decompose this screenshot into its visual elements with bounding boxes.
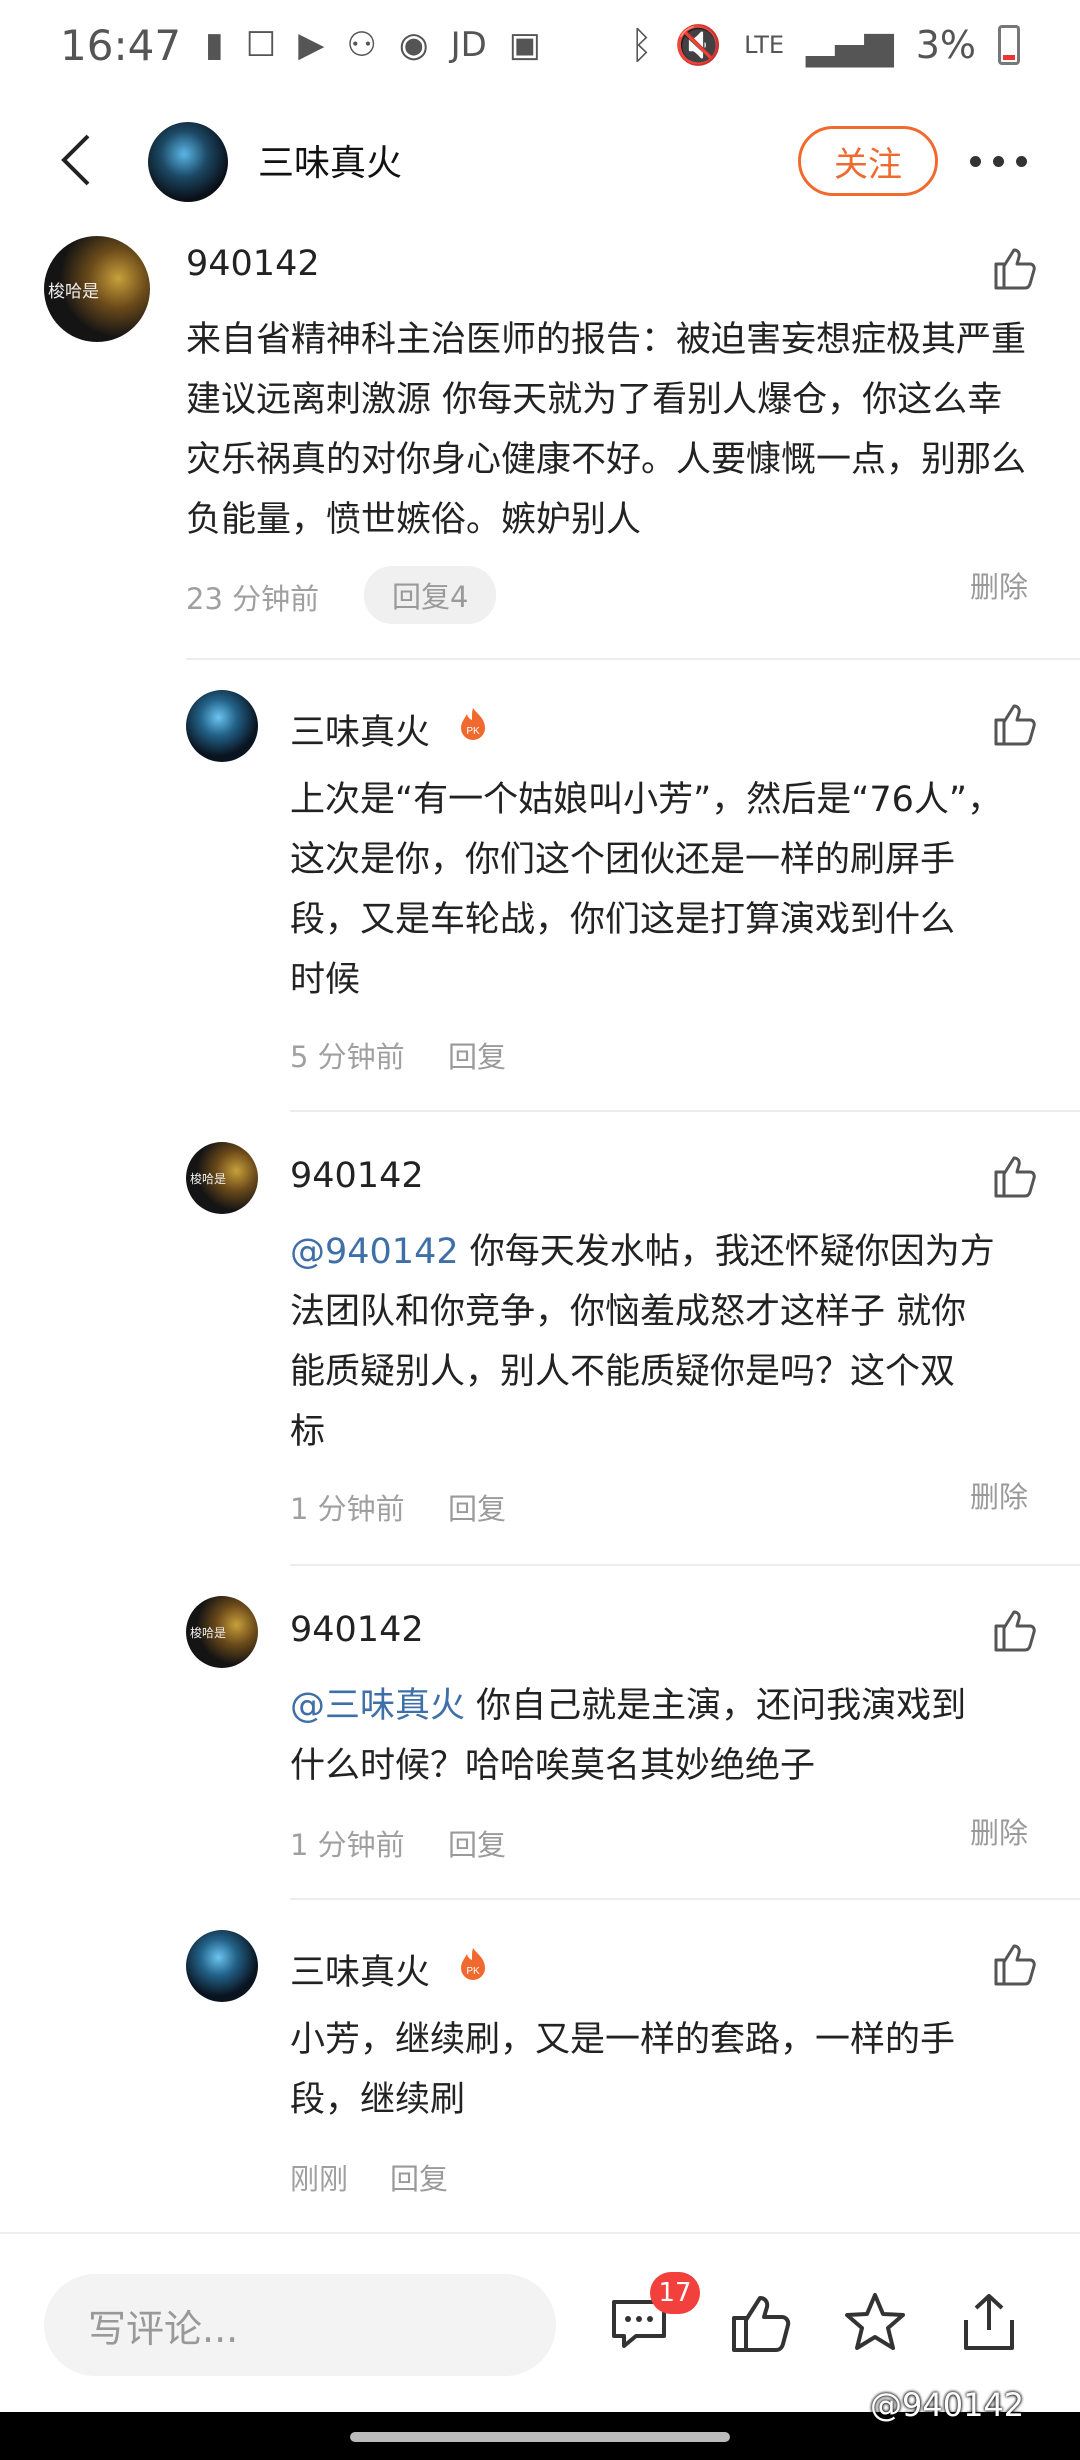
system-icons: ᛒ 🔇 LTE ▂▄▆ 3% xyxy=(630,23,1020,68)
follow-button[interactable]: 关注 xyxy=(798,126,938,196)
avatar-text: 梭哈是 xyxy=(48,281,99,302)
avatar-text: 梭哈是 xyxy=(190,1625,227,1640)
reply-text: 上次是“有一个姑娘叫小芳”，然后是“76人”， 这次是你，你们这个团伙还是一样的… xyxy=(290,780,1003,1000)
header-avatar[interactable] xyxy=(148,122,228,202)
back-icon[interactable] xyxy=(50,132,106,188)
avatar-text: 梭哈是 xyxy=(190,1171,227,1186)
mention-link[interactable]: @940142 xyxy=(290,1232,459,1272)
reply-count-button[interactable]: 回复4 xyxy=(364,566,497,624)
gallery-icon: ▣ xyxy=(508,25,541,65)
divider xyxy=(290,1898,1080,1900)
avatar[interactable]: 梭哈是 xyxy=(186,1142,258,1214)
battery-percent: 3% xyxy=(915,23,976,67)
reply-text: @三味真火 你自己就是主演，还问我演戏到 什么时候？哈哈唉莫名其妙绝绝子 xyxy=(290,1686,967,1786)
reply-button[interactable]: 回复 xyxy=(448,1486,506,1528)
divider xyxy=(290,1564,1080,1566)
alert-icon: ▮ xyxy=(205,25,224,65)
like-icon[interactable] xyxy=(726,2290,792,2356)
comment-time: 23 分钟前 xyxy=(186,582,320,616)
more-icon[interactable] xyxy=(970,156,1027,167)
mute-icon: 🔇 xyxy=(674,22,723,67)
notification-icons: ▮ ☐ ▶ ⚇ ◉ JD ▣ xyxy=(205,25,541,65)
watermark: @940142 xyxy=(870,2386,1025,2424)
battery-icon xyxy=(998,25,1020,65)
clock: 16:47 xyxy=(60,20,182,70)
status-bar: 16:47 ▮ ☐ ▶ ⚇ ◉ JD ▣ ᛒ 🔇 LTE ▂▄▆ 3% xyxy=(0,0,1080,90)
page-title: 三味真火 xyxy=(258,143,403,184)
comment-text: 来自省精神科主治医师的报告：被迫害妄想症极其严重 建议远离刺激源 你每天就为了看… xyxy=(186,320,1027,540)
reply-time: 5 分钟前 xyxy=(290,1040,405,1074)
like-icon[interactable] xyxy=(990,1606,1038,1654)
lte-label: LTE xyxy=(744,31,785,59)
divider xyxy=(290,1110,1080,1112)
svg-text:PK: PK xyxy=(466,726,480,737)
header: 三味真火 关注 xyxy=(0,110,1080,210)
reply-time: 1 分钟前 xyxy=(290,1492,405,1526)
reply-username[interactable]: 940142 xyxy=(290,1156,424,1196)
reply-username[interactable]: 三味真火 xyxy=(290,1944,430,1995)
pk-badge-icon: PK xyxy=(461,708,485,740)
delete-button[interactable]: 删除 xyxy=(970,1810,1028,1852)
reply-text: @940142 你每天发水帖，我还怀疑你因为方 法团队和你竞争，你恼羞成怒才这样… xyxy=(290,1232,995,1452)
share-icon[interactable] xyxy=(956,2290,1022,2356)
home-indicator[interactable] xyxy=(350,2432,730,2442)
like-icon[interactable] xyxy=(990,244,1038,292)
signal-icon: ▂▄▆ xyxy=(806,23,894,67)
message-icon: ☐ xyxy=(245,25,277,65)
jd-label: JD xyxy=(450,25,487,65)
reply-time: 1 分钟前 xyxy=(290,1828,405,1862)
avatar[interactable]: 梭哈是 xyxy=(44,236,150,342)
like-icon[interactable] xyxy=(990,700,1038,748)
bottom-bar: 写评论... 17 xyxy=(0,2232,1080,2412)
youtube-icon: ▶ xyxy=(298,25,325,65)
mention-link[interactable]: @三味真火 xyxy=(290,1686,465,1726)
pk-badge-icon: PK xyxy=(461,1948,485,1980)
avatar[interactable] xyxy=(186,690,258,762)
delete-button[interactable]: 删除 xyxy=(970,1474,1028,1516)
divider xyxy=(186,658,1080,660)
app-icon: ⚇ xyxy=(346,25,377,65)
delete-button[interactable]: 删除 xyxy=(970,564,1028,606)
reply-username[interactable]: 三味真火 xyxy=(290,704,430,755)
like-icon[interactable] xyxy=(990,1152,1038,1200)
avatar[interactable] xyxy=(186,1930,258,2002)
avatar[interactable]: 梭哈是 xyxy=(186,1596,258,1668)
reply-button[interactable]: 回复 xyxy=(448,1822,506,1864)
comment-count-badge: 17 xyxy=(650,2272,700,2314)
reply-time: 刚刚 xyxy=(290,2162,349,2196)
reply-button[interactable]: 回复 xyxy=(390,2156,448,2198)
browser-icon: ◉ xyxy=(398,25,429,65)
bluetooth-icon: ᛒ xyxy=(630,23,653,67)
star-icon[interactable] xyxy=(842,2290,908,2356)
svg-text:PK: PK xyxy=(466,1966,480,1977)
comment-input[interactable]: 写评论... xyxy=(44,2274,556,2376)
reply-text: 小芳，继续刷，又是一样的套路，一样的手 段，继续刷 xyxy=(290,2020,956,2120)
like-icon[interactable] xyxy=(990,1940,1038,1988)
comment-username[interactable]: 940142 xyxy=(186,244,320,284)
reply-button[interactable]: 回复 xyxy=(448,1034,506,1076)
reply-username[interactable]: 940142 xyxy=(290,1610,424,1650)
